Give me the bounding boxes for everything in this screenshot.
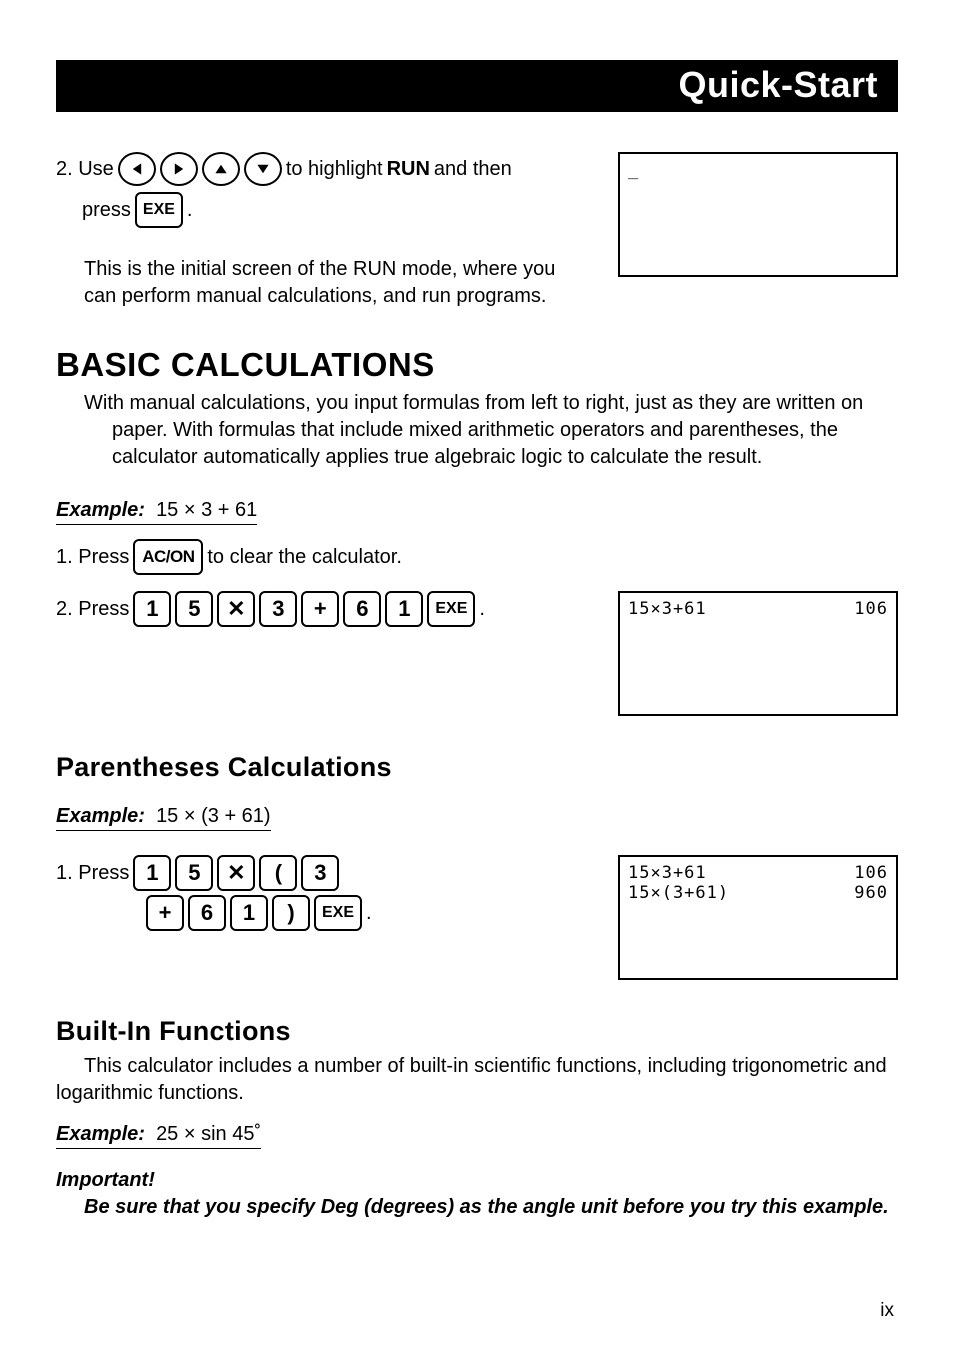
digit-1-key-icon: 1 (133, 855, 171, 891)
basic-step-1: 1. Press AC/ON to clear the calculator. (56, 539, 898, 575)
basic-calc-paragraph: With manual calculations, you input form… (84, 390, 898, 471)
screen-expr: 15×3+61 (628, 599, 707, 619)
digit-1-key-icon: 1 (385, 591, 423, 627)
digit-5-key-icon: 5 (175, 591, 213, 627)
screen-expr: 15×(3+61) (628, 883, 729, 903)
heading-parentheses: Parentheses Calculations (56, 752, 898, 783)
exe-key-icon: EXE (135, 192, 183, 228)
digit-1-key-icon: 1 (230, 895, 268, 931)
exe-key-icon: EXE (314, 895, 362, 931)
important-block: Important! Be sure that you specify Deg … (56, 1169, 898, 1219)
calculator-screen-1: _ (618, 152, 898, 277)
cursor: _ (628, 160, 639, 180)
screen-result: 106 (854, 599, 888, 619)
text: . (366, 902, 372, 925)
text: and then (434, 158, 512, 181)
example-2-label: Example: 15 × (3 + 61) (56, 805, 271, 831)
example-1-label: Example: 15 × 3 + 61 (56, 499, 257, 525)
left-arrow-key-icon (118, 152, 156, 186)
text: . (187, 199, 193, 222)
builtin-paragraph: This calculator includes a number of bui… (56, 1053, 898, 1107)
digit-6-key-icon: 6 (188, 895, 226, 931)
heading-builtin: Built-In Functions (56, 1016, 898, 1047)
down-arrow-key-icon (244, 152, 282, 186)
header-banner: Quick-Start (56, 60, 898, 112)
step-2-description: This is the initial screen of the RUN mo… (84, 256, 576, 310)
example-word: Example: (56, 805, 145, 827)
multiply-key-icon: ✕ (217, 591, 255, 627)
text: press (82, 199, 131, 222)
example-2-expression: 15 × (3 + 61) (156, 805, 271, 827)
digit-1-key-icon: 1 (133, 591, 171, 627)
text: 1. Press (56, 862, 129, 885)
example-1-expression: 15 × 3 + 61 (156, 499, 257, 521)
example-3-expression: 25 × sin 45˚ (156, 1123, 261, 1145)
digit-3-key-icon: 3 (259, 591, 297, 627)
example-3-label: Example: 25 × sin 45˚ (56, 1123, 261, 1149)
step-2-use-cursor: 2. Use to highlight RUN and then (56, 152, 576, 186)
calculator-screen-3: 15×3+61 106 15×(3+61) 960 (618, 855, 898, 980)
heading-basic-calculations: BASIC CALCULATIONS (56, 346, 898, 384)
rparen-key-icon: ) (272, 895, 310, 931)
right-arrow-key-icon (160, 152, 198, 186)
text: . (479, 598, 485, 621)
digit-3-key-icon: 3 (301, 855, 339, 891)
multiply-key-icon: ✕ (217, 855, 255, 891)
text: to highlight (286, 158, 383, 181)
page-number: ix (880, 1300, 894, 1322)
digit-6-key-icon: 6 (343, 591, 381, 627)
text: 1. Press (56, 546, 129, 569)
plus-key-icon: + (146, 895, 184, 931)
exe-key-icon: EXE (427, 591, 475, 627)
up-arrow-key-icon (202, 152, 240, 186)
calculator-screen-2: 15×3+61 106 (618, 591, 898, 716)
text: 2. Press (56, 598, 129, 621)
text: to clear the calculator. (207, 546, 402, 569)
screen-result: 960 (854, 883, 888, 903)
example-word: Example: (56, 1123, 145, 1145)
text: 2. Use (56, 158, 114, 181)
important-text: Be sure that you specify Deg (degrees) a… (84, 1196, 898, 1219)
screen-expr: 15×3+61 (628, 863, 707, 883)
ac-on-key-icon: AC/ON (133, 539, 203, 575)
important-label: Important! (56, 1169, 898, 1192)
digit-5-key-icon: 5 (175, 855, 213, 891)
screen-result: 106 (854, 863, 888, 883)
lparen-key-icon: ( (259, 855, 297, 891)
paren-step-1: 1. Press 1 5 ✕ ( 3 + 6 1 ) EXE . (56, 855, 372, 931)
step-2-press-exe: press EXE . (56, 192, 576, 228)
basic-step-2: 2. Press 1 5 ✕ 3 + 6 1 EXE . (56, 591, 485, 627)
example-word: Example: (56, 499, 145, 521)
run-bold: RUN (387, 158, 430, 181)
plus-key-icon: + (301, 591, 339, 627)
